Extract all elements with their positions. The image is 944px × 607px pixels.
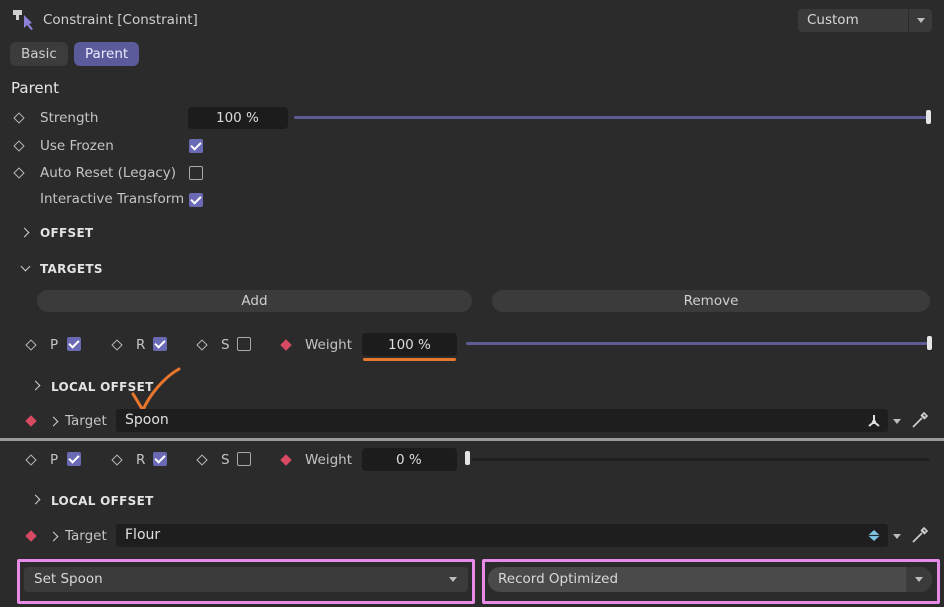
r-label: R <box>136 337 146 353</box>
chevron-down-icon[interactable] <box>915 577 923 582</box>
picker-icon[interactable] <box>910 525 930 545</box>
strength-slider[interactable] <box>294 116 930 119</box>
target-value: Flour <box>125 527 161 543</box>
keyframe-diamond-icon[interactable] <box>25 530 37 542</box>
target-link-field[interactable]: Flour <box>116 524 888 547</box>
annotation-underline <box>363 358 456 361</box>
chevron-right-icon[interactable] <box>48 416 59 427</box>
keyframe-diamond-icon[interactable] <box>13 167 25 179</box>
chevron-right-icon[interactable] <box>30 380 41 391</box>
weight-slider-handle[interactable] <box>927 336 932 350</box>
add-target-button[interactable]: Add <box>37 290 472 312</box>
scale-checkbox[interactable] <box>237 337 251 351</box>
weight-slider-handle[interactable] <box>465 451 470 465</box>
weight-label: Weight <box>305 337 353 353</box>
s-label: S <box>221 337 230 353</box>
rotation-checkbox[interactable] <box>153 452 167 466</box>
weight-value: 0 % <box>396 452 422 468</box>
window-title: Constraint [Constraint] <box>43 12 198 28</box>
strength-value: 100 % <box>216 110 259 126</box>
position-checkbox[interactable] <box>67 452 81 466</box>
mode-dropdown-value: Custom <box>807 12 859 28</box>
weight-slider[interactable] <box>466 342 930 345</box>
checkmark-annotation-icon <box>131 367 181 413</box>
target-link-field[interactable]: Spoon <box>116 409 888 432</box>
chevron-right-icon[interactable] <box>30 494 41 505</box>
use-frozen-label: Use Frozen <box>40 138 114 154</box>
targets-group-title[interactable]: TARGETS <box>40 262 103 276</box>
rotation-checkbox[interactable] <box>153 337 167 351</box>
keyframe-diamond-icon[interactable] <box>25 454 37 466</box>
weight-value: 100 % <box>388 337 431 353</box>
weight-field[interactable]: 100 % <box>362 333 457 356</box>
remove-target-button[interactable]: Remove <box>492 290 930 312</box>
weight-label: Weight <box>305 452 353 468</box>
strength-field[interactable]: 100 % <box>188 107 288 129</box>
keyframe-diamond-icon[interactable] <box>196 339 208 351</box>
tab-basic[interactable]: Basic <box>10 42 68 66</box>
section-title: Parent <box>11 79 60 97</box>
strength-slider-handle[interactable] <box>926 110 931 124</box>
keyframe-diamond-icon[interactable] <box>25 339 37 351</box>
auto-reset-checkbox[interactable] <box>189 166 203 180</box>
target-value: Spoon <box>125 412 169 428</box>
keyframe-diamond-icon[interactable] <box>13 140 25 152</box>
strength-label: Strength <box>40 110 99 126</box>
chevron-down-icon[interactable] <box>893 534 901 539</box>
record-mode-dropdown-value: Record Optimized <box>498 571 619 587</box>
interactive-transform-checkbox[interactable] <box>189 193 203 207</box>
mode-dropdown[interactable]: Custom <box>798 9 932 32</box>
use-frozen-checkbox[interactable] <box>189 139 203 153</box>
keyframe-diamond-icon[interactable] <box>111 454 123 466</box>
object-icon <box>868 530 880 541</box>
scale-checkbox[interactable] <box>237 452 251 466</box>
chevron-right-icon[interactable] <box>19 227 30 238</box>
p-label: P <box>50 337 59 353</box>
offset-group-title[interactable]: OFFSET <box>40 226 93 240</box>
weight-slider[interactable] <box>472 458 930 461</box>
auto-reset-label: Auto Reset (Legacy) <box>40 165 177 181</box>
target-label: Target <box>65 413 107 429</box>
chevron-down-icon[interactable] <box>20 261 31 272</box>
target-label: Target <box>65 528 107 544</box>
r-label: R <box>136 452 146 468</box>
axis-icon <box>868 415 880 427</box>
pin-icon <box>13 10 33 30</box>
keyframe-diamond-icon[interactable] <box>280 454 292 466</box>
chevron-right-icon[interactable] <box>48 531 59 542</box>
set-target-dropdown-value: Set Spoon <box>34 571 103 587</box>
chevron-down-icon[interactable] <box>893 419 901 424</box>
position-checkbox[interactable] <box>67 337 81 351</box>
weight-field[interactable]: 0 % <box>362 448 457 471</box>
divider <box>0 438 944 441</box>
keyframe-diamond-icon[interactable] <box>13 112 25 124</box>
keyframe-diamond-icon[interactable] <box>280 339 292 351</box>
local-offset-group-title[interactable]: LOCAL OFFSET <box>51 494 154 508</box>
picker-icon[interactable] <box>910 410 930 430</box>
chevron-down-icon[interactable] <box>908 9 932 32</box>
keyframe-diamond-icon[interactable] <box>196 454 208 466</box>
p-label: P <box>50 452 59 468</box>
chevron-down-icon[interactable] <box>449 577 457 582</box>
keyframe-diamond-icon[interactable] <box>25 415 37 427</box>
set-target-dropdown[interactable]: Set Spoon <box>24 567 468 592</box>
s-label: S <box>221 452 230 468</box>
keyframe-diamond-icon[interactable] <box>111 339 123 351</box>
interactive-transform-label: Interactive Transform <box>40 191 185 207</box>
record-mode-dropdown[interactable]: Record Optimized <box>488 567 932 592</box>
dropdown-arrow-button[interactable] <box>906 567 932 592</box>
tab-parent[interactable]: Parent <box>74 42 140 66</box>
